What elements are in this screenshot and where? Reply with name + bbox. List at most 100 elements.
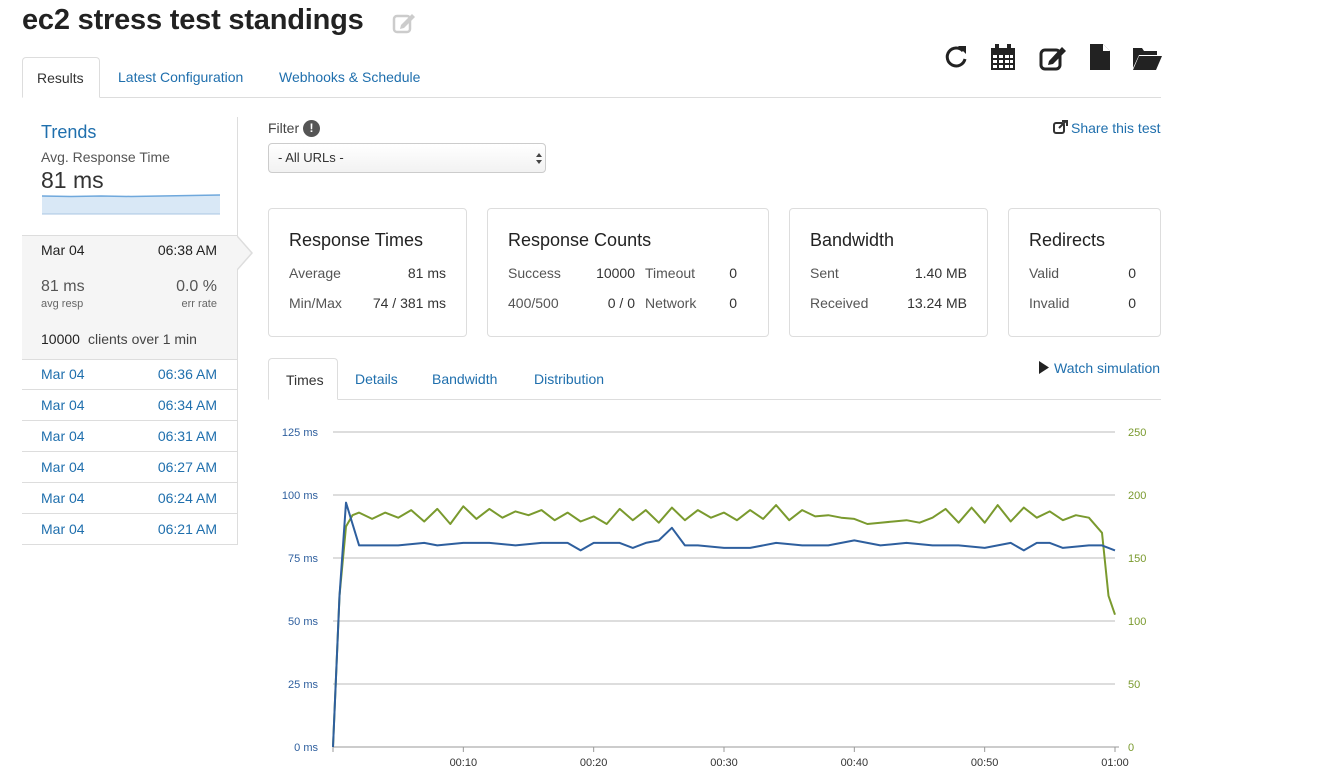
sent-label: Sent bbox=[810, 265, 839, 281]
folder-open-icon[interactable] bbox=[1131, 42, 1163, 72]
response-time-line bbox=[332, 501, 1116, 748]
y-left-tick-label: 25 ms bbox=[288, 679, 318, 691]
card-title: Response Times bbox=[289, 230, 424, 250]
redirects-card: Redirects Valid 0 Invalid 0 bbox=[1008, 208, 1161, 337]
x-tick-label: 00:40 bbox=[841, 757, 869, 769]
current-clients: 10000 bbox=[41, 331, 80, 347]
average-label: Average bbox=[289, 265, 341, 281]
card-title: Bandwidth bbox=[810, 230, 895, 250]
tab-webhooks-schedule[interactable]: Webhooks & Schedule bbox=[265, 57, 434, 97]
current-run-pointer bbox=[237, 237, 251, 269]
history-item[interactable]: Mar 04 06:24 AM bbox=[22, 483, 237, 514]
trends-title[interactable]: Trends bbox=[41, 122, 96, 143]
http-error-value: 0 / 0 bbox=[607, 295, 635, 311]
sent-value: 1.40 MB bbox=[914, 265, 967, 281]
play-icon[interactable] bbox=[1038, 361, 1050, 374]
history-time: 06:21 AM bbox=[157, 521, 217, 537]
url-filter-value: - All URLs - bbox=[278, 150, 344, 165]
clients-line bbox=[332, 504, 1116, 748]
y-right-tick-label: 250 bbox=[1128, 427, 1146, 439]
x-tick-label: 01:00 bbox=[1101, 757, 1129, 769]
calendar-icon[interactable] bbox=[989, 42, 1017, 72]
network-value: 0 bbox=[729, 295, 737, 311]
y-right-tick-label: 0 bbox=[1128, 742, 1134, 754]
current-run-time: 06:38 AM bbox=[157, 242, 217, 258]
current-avg-resp-label: avg resp bbox=[41, 298, 84, 310]
current-err-rate: 0.0 % bbox=[176, 278, 217, 295]
history-item[interactable]: Mar 04 06:34 AM bbox=[22, 390, 237, 421]
history-time: 06:24 AM bbox=[157, 490, 217, 506]
valid-label: Valid bbox=[1029, 265, 1060, 281]
history-item[interactable]: Mar 04 06:21 AM bbox=[22, 514, 237, 545]
history-item[interactable]: Mar 04 06:36 AM bbox=[22, 359, 237, 390]
watch-simulation-link[interactable]: Watch simulation bbox=[1054, 360, 1160, 376]
history-date: Mar 04 bbox=[41, 428, 85, 444]
file-icon[interactable] bbox=[1086, 42, 1114, 72]
minmax-label: Min/Max bbox=[289, 295, 342, 311]
share-link[interactable]: Share this test bbox=[1071, 120, 1161, 136]
success-label: Success bbox=[508, 265, 561, 281]
tab-times[interactable]: Times bbox=[268, 358, 338, 400]
invalid-label: Invalid bbox=[1029, 295, 1070, 311]
history-time: 06:31 AM bbox=[157, 428, 217, 444]
received-label: Received bbox=[810, 295, 869, 311]
current-run-date: Mar 04 bbox=[41, 242, 85, 258]
history-date: Mar 04 bbox=[41, 459, 85, 475]
invalid-value: 0 bbox=[1128, 295, 1136, 311]
history-time: 06:34 AM bbox=[157, 397, 217, 413]
y-left-tick-label: 0 ms bbox=[294, 742, 318, 754]
y-left-tick-label: 50 ms bbox=[288, 616, 318, 628]
http-error-label: 400/500 bbox=[508, 295, 559, 311]
valid-value: 0 bbox=[1128, 265, 1136, 281]
response-times-card: Response Times Average 81 ms Min/Max 74 … bbox=[268, 208, 467, 337]
history-date: Mar 04 bbox=[41, 366, 85, 382]
trends-metric-label: Avg. Response Time bbox=[41, 149, 170, 165]
success-value: 10000 bbox=[596, 265, 635, 281]
tab-latest-configuration[interactable]: Latest Configuration bbox=[104, 57, 257, 97]
edit-icon[interactable] bbox=[1039, 42, 1067, 72]
network-label: Network bbox=[645, 295, 697, 311]
tabs-divider bbox=[22, 97, 1161, 98]
tab-distribution[interactable]: Distribution bbox=[517, 358, 621, 400]
y-left-tick-label: 125 ms bbox=[282, 427, 319, 439]
current-clients-suffix: clients over 1 min bbox=[88, 331, 197, 347]
minmax-value: 74 / 381 ms bbox=[372, 295, 446, 311]
trends-value: 81 ms bbox=[41, 167, 104, 193]
card-title: Response Counts bbox=[508, 230, 652, 250]
history-date: Mar 04 bbox=[41, 521, 85, 537]
history-date: Mar 04 bbox=[41, 490, 85, 506]
x-tick-label: 00:50 bbox=[971, 757, 999, 769]
y-right-tick-label: 50 bbox=[1128, 679, 1140, 691]
timeout-value: 0 bbox=[729, 265, 737, 281]
history-item[interactable]: Mar 04 06:31 AM bbox=[22, 421, 237, 452]
y-right-tick-label: 200 bbox=[1128, 490, 1146, 502]
timeout-label: Timeout bbox=[645, 265, 696, 281]
y-right-tick-label: 150 bbox=[1128, 553, 1146, 565]
url-filter-select[interactable]: - All URLs - bbox=[268, 143, 546, 173]
response-counts-card: Response Counts Success 10000 Timeout 0 … bbox=[487, 208, 769, 337]
tab-results[interactable]: Results bbox=[22, 57, 100, 98]
select-arrows-icon bbox=[536, 153, 542, 164]
tab-details[interactable]: Details bbox=[338, 358, 415, 400]
y-left-tick-label: 75 ms bbox=[288, 553, 318, 565]
average-value: 81 ms bbox=[407, 265, 446, 281]
page-title: ec2 stress test standings bbox=[22, 4, 364, 36]
history-time: 06:27 AM bbox=[157, 459, 217, 475]
current-avg-resp: 81 ms bbox=[41, 278, 85, 295]
x-tick-label: 00:20 bbox=[580, 757, 608, 769]
times-chart: 0 ms 0 25 ms 50 50 ms 100 75 ms 150 100 ms 200 125… bbox=[282, 427, 1146, 769]
current-err-rate-label: err rate bbox=[181, 298, 217, 310]
refresh-icon[interactable] bbox=[942, 42, 970, 72]
history-time: 06:36 AM bbox=[157, 366, 217, 382]
tab-bandwidth[interactable]: Bandwidth bbox=[415, 358, 514, 400]
bandwidth-card: Bandwidth Sent 1.40 MB Received 13.24 MB bbox=[789, 208, 988, 337]
x-tick-label: 00:30 bbox=[710, 757, 738, 769]
y-left-tick-label: 100 ms bbox=[282, 490, 319, 502]
filter-label: Filter bbox=[268, 120, 300, 136]
history-item[interactable]: Mar 04 06:27 AM bbox=[22, 452, 237, 483]
info-icon[interactable]: ! bbox=[303, 120, 320, 137]
current-run-card[interactable]: Mar 04 06:38 AM 81 ms avg resp 0.0 % err… bbox=[22, 235, 237, 360]
share-icon[interactable] bbox=[1053, 120, 1068, 135]
edit-title-icon[interactable] bbox=[392, 11, 416, 35]
card-title: Redirects bbox=[1029, 230, 1106, 250]
